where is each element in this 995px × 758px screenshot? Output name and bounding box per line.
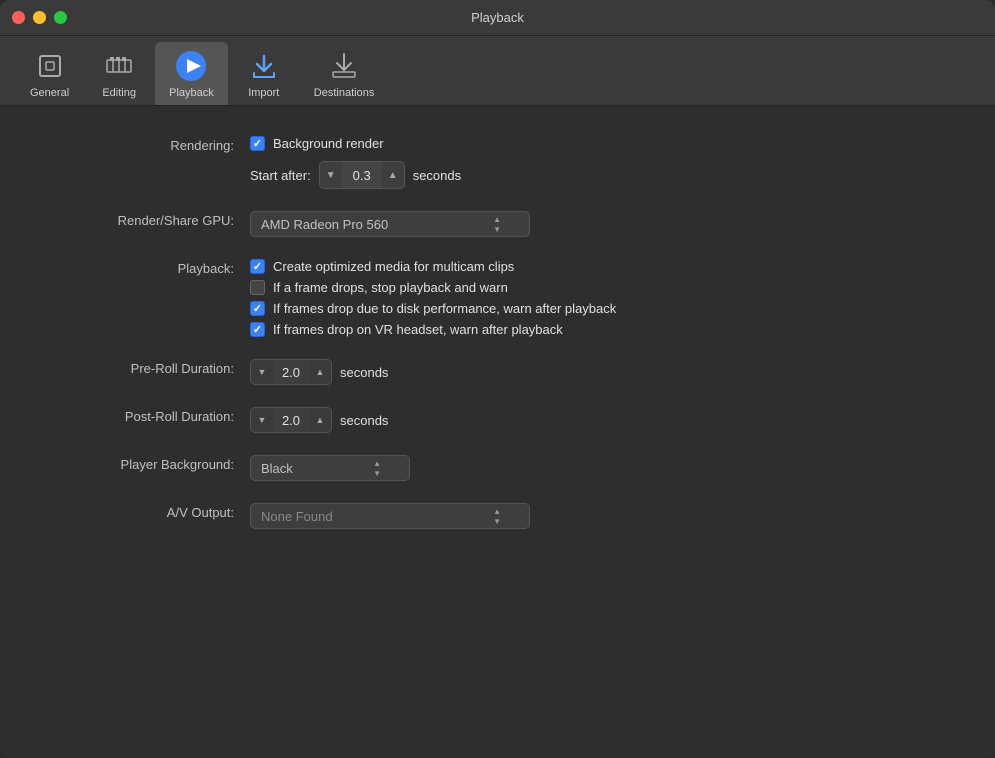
title-bar: Playback <box>0 0 995 36</box>
av-output-dropdown[interactable]: None Found ▲ ▼ <box>250 503 530 529</box>
postroll-label: Post-Roll Duration: <box>40 407 250 424</box>
destinations-label: Destinations <box>314 87 375 99</box>
player-bg-arrows: ▲ ▼ <box>373 459 381 478</box>
editing-icon <box>101 48 137 84</box>
render-gpu-value: AMD Radeon Pro 560 <box>261 217 388 232</box>
playback-checkbox-2[interactable] <box>250 301 265 316</box>
toolbar-item-import[interactable]: Import <box>232 42 296 105</box>
player-background-row: Player Background: Black ▲ ▼ <box>40 455 955 481</box>
start-after-down[interactable]: ▼ <box>320 162 342 188</box>
playback-control: Create optimized media for multicam clip… <box>250 259 616 337</box>
minimize-button[interactable] <box>33 11 46 24</box>
preroll-stepper[interactable]: ▼ 2.0 ▲ <box>250 359 332 385</box>
maximize-button[interactable] <box>54 11 67 24</box>
start-after-value: 0.3 <box>342 168 382 183</box>
editing-label: Editing <box>102 87 136 99</box>
postroll-seconds-label: seconds <box>340 413 388 428</box>
av-output-arrows: ▲ ▼ <box>493 507 501 526</box>
playback-checkbox-3[interactable] <box>250 322 265 337</box>
preroll-row: Pre-Roll Duration: ▼ 2.0 ▲ seconds <box>40 359 955 385</box>
start-after-seconds: seconds <box>413 168 461 183</box>
background-render-label: Background render <box>273 136 384 151</box>
close-button[interactable] <box>12 11 25 24</box>
postroll-down[interactable]: ▼ <box>251 408 273 432</box>
import-label: Import <box>248 87 279 99</box>
start-after-stepper[interactable]: ▼ 0.3 ▲ <box>319 161 405 189</box>
toolbar-item-playback[interactable]: Playback <box>155 42 228 105</box>
preroll-duration-row: ▼ 2.0 ▲ seconds <box>250 359 388 385</box>
player-bg-label: Player Background: <box>40 455 250 472</box>
toolbar: General Editing <box>0 36 995 106</box>
postroll-control: ▼ 2.0 ▲ seconds <box>250 407 388 433</box>
start-after-row: Start after: ▼ 0.3 ▲ seconds <box>250 161 461 189</box>
av-output-row: A/V Output: None Found ▲ ▼ <box>40 503 955 529</box>
playback-option-2: If frames drop due to disk performance, … <box>250 301 616 316</box>
background-render-row: Background render <box>250 136 461 151</box>
start-after-label: Start after: <box>250 168 311 183</box>
playback-label: Playback: <box>40 259 250 276</box>
player-bg-control: Black ▲ ▼ <box>250 455 410 481</box>
playback-option-3: If frames drop on VR headset, warn after… <box>250 322 616 337</box>
playback-option-2-label: If frames drop due to disk performance, … <box>273 301 616 316</box>
rendering-label: Rendering: <box>40 136 250 153</box>
playback-option-3-label: If frames drop on VR headset, warn after… <box>273 322 563 337</box>
render-gpu-control: AMD Radeon Pro 560 ▲ ▼ <box>250 211 530 237</box>
playback-option-0-label: Create optimized media for multicam clip… <box>273 259 514 274</box>
render-gpu-arrows: ▲ ▼ <box>493 215 501 234</box>
av-output-value: None Found <box>261 509 333 524</box>
playback-row: Playback: Create optimized media for mul… <box>40 259 955 337</box>
av-output-control: None Found ▲ ▼ <box>250 503 530 529</box>
playback-checkbox-0[interactable] <box>250 259 265 274</box>
toolbar-item-general[interactable]: General <box>16 42 83 105</box>
preroll-label: Pre-Roll Duration: <box>40 359 250 376</box>
window-title: Playback <box>471 10 524 25</box>
preroll-down[interactable]: ▼ <box>251 360 273 384</box>
destinations-icon <box>326 48 362 84</box>
preroll-seconds-label: seconds <box>340 365 388 380</box>
playback-checkbox-1[interactable] <box>250 280 265 295</box>
toolbar-item-editing[interactable]: Editing <box>87 42 151 105</box>
player-bg-value: Black <box>261 461 293 476</box>
postroll-stepper[interactable]: ▼ 2.0 ▲ <box>250 407 332 433</box>
playback-icon <box>173 48 209 84</box>
content-area: Rendering: Background render Start after… <box>0 106 995 758</box>
rendering-control: Background render Start after: ▼ 0.3 ▲ s… <box>250 136 461 189</box>
preroll-control: ▼ 2.0 ▲ seconds <box>250 359 388 385</box>
playback-label: Playback <box>169 87 214 99</box>
render-gpu-dropdown[interactable]: AMD Radeon Pro 560 ▲ ▼ <box>250 211 530 237</box>
preroll-value: 2.0 <box>273 365 309 380</box>
start-after-up[interactable]: ▲ <box>382 162 404 188</box>
av-output-label: A/V Output: <box>40 503 250 520</box>
background-render-checkbox[interactable] <box>250 136 265 151</box>
general-icon <box>32 48 68 84</box>
traffic-lights <box>12 11 67 24</box>
postroll-up[interactable]: ▲ <box>309 408 331 432</box>
playback-option-1: If a frame drops, stop playback and warn <box>250 280 616 295</box>
render-gpu-label: Render/Share GPU: <box>40 211 250 228</box>
toolbar-item-destinations[interactable]: Destinations <box>300 42 389 105</box>
render-gpu-row: Render/Share GPU: AMD Radeon Pro 560 ▲ ▼ <box>40 211 955 237</box>
player-bg-dropdown[interactable]: Black ▲ ▼ <box>250 455 410 481</box>
general-label: General <box>30 87 69 99</box>
playback-option-1-label: If a frame drops, stop playback and warn <box>273 280 508 295</box>
preroll-up[interactable]: ▲ <box>309 360 331 384</box>
import-icon <box>246 48 282 84</box>
window: Playback General <box>0 0 995 758</box>
playback-option-0: Create optimized media for multicam clip… <box>250 259 616 274</box>
postroll-row: Post-Roll Duration: ▼ 2.0 ▲ seconds <box>40 407 955 433</box>
postroll-value: 2.0 <box>273 413 309 428</box>
rendering-row: Rendering: Background render Start after… <box>40 136 955 189</box>
postroll-duration-row: ▼ 2.0 ▲ seconds <box>250 407 388 433</box>
